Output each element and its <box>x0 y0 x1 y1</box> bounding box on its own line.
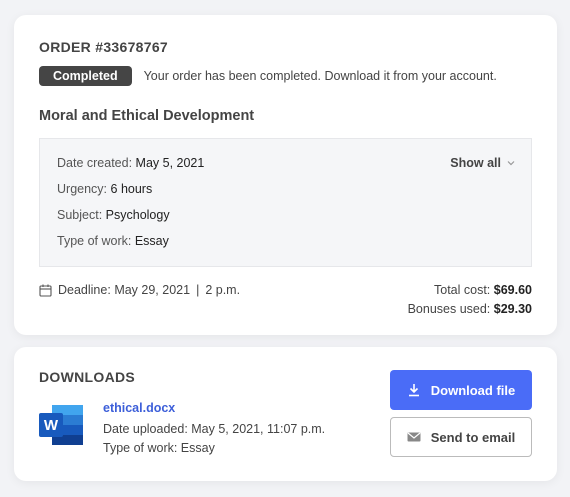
order-status-row: Completed Your order has been completed.… <box>39 66 497 86</box>
order-details-panel: Date created: May 5, 2021 Urgency: 6 hou… <box>39 138 532 267</box>
deadline-separator: | <box>196 283 200 297</box>
chevron-down-icon <box>507 161 515 166</box>
downloads-title: DOWNLOADS <box>39 369 136 385</box>
detail-subject: Subject: Psychology <box>57 208 170 222</box>
calendar-icon <box>39 284 52 297</box>
file-type-of-work: Type of work: Essay <box>103 441 215 455</box>
svg-text:W: W <box>44 417 59 434</box>
order-title: ORDER #33678767 <box>39 39 169 55</box>
bonuses-label: Bonuses used: <box>407 302 491 316</box>
send-to-email-label: Send to email <box>430 429 516 445</box>
detail-type-of-work: Type of work: Essay <box>57 234 169 248</box>
cost-summary: Total cost: $69.60 Bonuses used: $29.30 <box>408 283 532 321</box>
bonuses-value: $29.30 <box>493 302 532 316</box>
detail-value: Psychology <box>105 208 170 222</box>
detail-value: May 5, 2021 <box>135 156 205 170</box>
detail-value: 6 hours <box>110 182 153 196</box>
envelope-icon <box>407 432 421 442</box>
deadline-time: 2 p.m. <box>205 283 241 297</box>
detail-label: Date created: <box>57 156 133 170</box>
file-name-link[interactable]: ethical.docx <box>103 401 175 415</box>
detail-date-created: Date created: May 5, 2021 <box>57 156 204 170</box>
total-cost-label: Total cost: <box>434 283 491 297</box>
show-all-toggle[interactable]: Show all <box>450 156 515 170</box>
total-cost-row: Total cost: $69.60 <box>408 283 532 302</box>
deadline-row: Deadline: May 29, 2021 | 2 p.m. <box>39 283 240 297</box>
word-document-icon: W <box>39 405 83 445</box>
order-card: ORDER #33678767 Completed Your order has… <box>14 15 557 335</box>
status-badge: Completed <box>39 66 132 86</box>
deadline-label: Deadline: <box>58 283 111 297</box>
downloads-card: DOWNLOADS W ethical.docx Date uploaded: … <box>14 347 557 481</box>
status-message: Your order has been completed. Download … <box>143 69 497 83</box>
order-topic: Moral and Ethical Development <box>39 108 255 124</box>
detail-label: Type of work: <box>57 234 132 248</box>
detail-label: Subject: <box>57 208 103 222</box>
deadline-date: May 29, 2021 <box>114 283 191 297</box>
detail-value: Essay <box>134 234 169 248</box>
show-all-label: Show all <box>450 156 501 170</box>
bonuses-row: Bonuses used: $29.30 <box>408 302 532 321</box>
file-date-uploaded: Date uploaded: May 5, 2021, 11:07 p.m. <box>103 422 326 436</box>
download-file-label: Download file <box>430 382 516 398</box>
total-cost-value: $69.60 <box>493 283 532 297</box>
detail-label: Urgency: <box>57 182 108 196</box>
send-to-email-button[interactable]: Send to email <box>390 417 532 457</box>
download-file-button[interactable]: Download file <box>390 370 532 410</box>
detail-urgency: Urgency: 6 hours <box>57 182 152 196</box>
download-icon <box>408 384 419 397</box>
